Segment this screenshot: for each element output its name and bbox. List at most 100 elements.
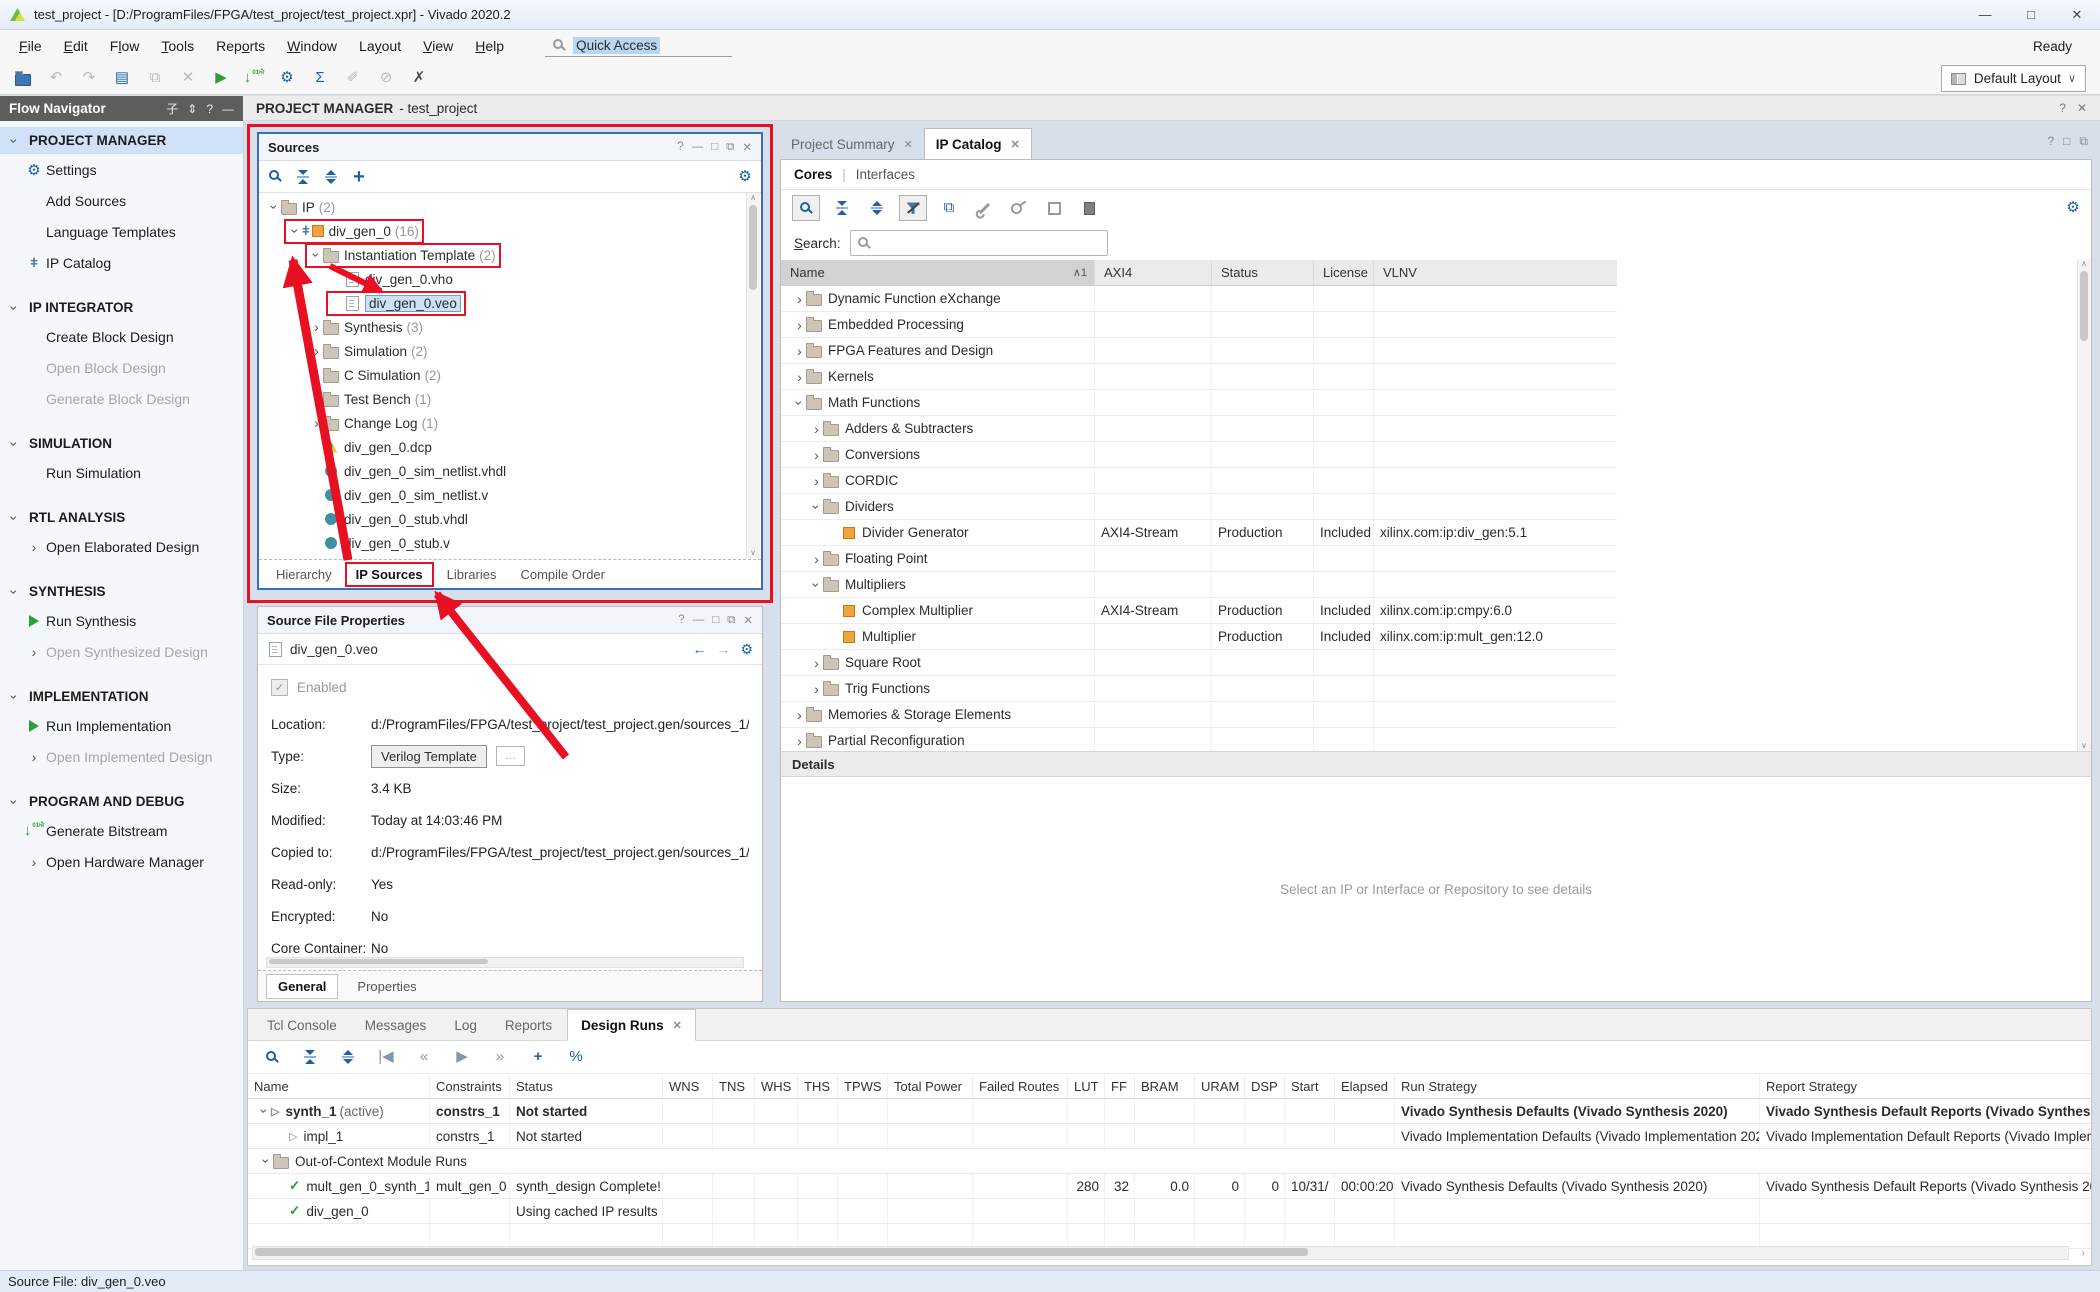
settings-gear-icon[interactable]: ⚙ xyxy=(274,65,300,91)
forward-icon[interactable]: → xyxy=(716,641,730,657)
next-run-icon[interactable]: » xyxy=(487,1044,513,1070)
tab-ip-catalog[interactable]: IP Catalog✕ xyxy=(924,128,1032,159)
layout-selector[interactable]: Default Layout ∨ xyxy=(1941,65,2086,92)
scroll-down-icon[interactable]: ∨ xyxy=(2078,741,2090,751)
source-tree-item-simulation[interactable]: ›Simulation(2) xyxy=(259,339,746,363)
design-runs-h-scrollbar[interactable] xyxy=(252,1246,2069,1260)
help-icon[interactable]: ? xyxy=(206,102,213,116)
expand-all-icon[interactable] xyxy=(323,169,339,185)
runs-column-header-bram[interactable]: BRAM xyxy=(1135,1074,1195,1098)
float-panel-icon[interactable]: ⧉ xyxy=(2079,134,2088,149)
source-tree-item-div-gen-0-stub-vhdl[interactable]: div_gen_0_stub.vhdl xyxy=(259,507,746,531)
maximize-panel-icon[interactable]: □ xyxy=(712,614,719,626)
license-key-icon[interactable] xyxy=(1006,195,1032,221)
group-by-icon[interactable]: ⧉ xyxy=(936,195,962,221)
runs-column-header-run-strategy[interactable]: Run Strategy xyxy=(1395,1074,1760,1098)
ip-catalog-row-dividers[interactable]: ›Dividers xyxy=(781,494,1617,520)
close-tab-icon[interactable]: ✕ xyxy=(1011,138,1020,151)
chevron-right-icon[interactable]: › xyxy=(810,656,823,670)
chevron-right-icon[interactable]: › xyxy=(793,318,806,332)
float-panel-icon[interactable]: ⧉ xyxy=(727,614,735,627)
search-icon[interactable] xyxy=(259,1044,285,1070)
chevron-right-icon[interactable]: › xyxy=(310,344,323,358)
column-header-axi4[interactable]: AXI4 xyxy=(1094,260,1211,285)
mark-icon[interactable]: ⊘ xyxy=(373,65,399,91)
settings-gear-icon[interactable]: ⚙ xyxy=(737,169,753,185)
maximize-button[interactable]: □ xyxy=(2008,0,2054,29)
runs-column-header-tpws[interactable]: TPWS xyxy=(838,1074,888,1098)
runs-column-header-ths[interactable]: THS xyxy=(798,1074,838,1098)
start-run-icon[interactable]: ▶ xyxy=(449,1044,475,1070)
quick-access-search[interactable]: Quick Access xyxy=(545,35,732,57)
chevron-down-icon[interactable]: › xyxy=(8,134,22,147)
ip-view-cores[interactable]: Cores xyxy=(794,167,832,182)
search-icon[interactable] xyxy=(792,195,820,221)
ip-catalog-row-embedded-processing[interactable]: ›Embedded Processing xyxy=(781,312,1617,338)
runs-column-header-start[interactable]: Start xyxy=(1285,1074,1335,1098)
chevron-right-icon[interactable]: › xyxy=(310,392,323,406)
tab-project-summary[interactable]: Project Summary✕ xyxy=(780,130,924,159)
chip-icon[interactable] xyxy=(1041,195,1067,221)
bottom-tab-log[interactable]: Log xyxy=(441,1010,490,1040)
source-tree-item-div-gen-0-stub-v[interactable]: div_gen_0_stub.v xyxy=(259,531,746,555)
column-header-license[interactable]: License xyxy=(1313,260,1373,285)
column-header-status[interactable]: Status xyxy=(1211,260,1313,285)
minimize-panel-icon[interactable]: — xyxy=(693,614,705,626)
sidebar-item-open-synthesized-design[interactable]: ›Open Synthesized Design xyxy=(0,636,243,667)
first-run-icon[interactable]: |◀ xyxy=(373,1044,399,1070)
runs-column-header-constraints[interactable]: Constraints xyxy=(430,1074,510,1098)
bottom-tab-reports[interactable]: Reports xyxy=(492,1010,565,1040)
details-header[interactable]: Details xyxy=(781,751,2091,777)
ip-catalog-row-floating-point[interactable]: ›Floating Point xyxy=(781,546,1617,572)
source-tree-item-test-bench[interactable]: ›Test Bench(1) xyxy=(259,387,746,411)
runs-column-header-dsp[interactable]: DSP xyxy=(1245,1074,1285,1098)
sidebar-item-run-synthesis[interactable]: Run Synthesis xyxy=(0,605,243,636)
menu-view[interactable]: View xyxy=(412,38,464,54)
chevron-down-icon[interactable]: › xyxy=(810,578,824,591)
type-dropdown-button[interactable]: Verilog Template xyxy=(371,745,487,768)
chevron-down-icon[interactable]: › xyxy=(8,511,22,524)
sidebar-section-ip-integrator[interactable]: ›IP INTEGRATOR xyxy=(0,294,243,321)
sources-tab-libraries[interactable]: Libraries xyxy=(438,564,506,585)
ip-catalog-row-fpga-features-and-design[interactable]: ›FPGA Features and Design xyxy=(781,338,1617,364)
sources-tab-hierarchy[interactable]: Hierarchy xyxy=(267,564,341,585)
chevron-right-icon[interactable]: › xyxy=(810,682,823,696)
add-sources-icon[interactable]: + xyxy=(351,169,367,185)
menu-flow[interactable]: Flow xyxy=(99,38,151,54)
float-panel-icon[interactable]: ⧉ xyxy=(726,141,734,154)
chevron-down-icon[interactable]: › xyxy=(268,201,282,214)
expand-icon[interactable]: ⇕ xyxy=(187,102,197,116)
sidebar-item-open-elaborated-design[interactable]: ›Open Elaborated Design xyxy=(0,531,243,562)
runs-column-header-failed-routes[interactable]: Failed Routes xyxy=(973,1074,1068,1098)
chevron-down-icon[interactable]: › xyxy=(8,795,22,808)
chevron-right-icon[interactable]: › xyxy=(28,750,41,764)
copy-icon[interactable]: ⧉ xyxy=(142,65,168,91)
source-tree-item-ip[interactable]: ›IP(2) xyxy=(259,195,746,219)
prev-run-icon[interactable]: « xyxy=(411,1044,437,1070)
column-header-vlnv[interactable]: VLNV xyxy=(1373,260,1617,285)
sidebar-item-run-simulation[interactable]: Run Simulation xyxy=(0,457,243,488)
sidebar-item-generate-bitstream[interactable]: ↓Generate Bitstream xyxy=(0,815,243,846)
ip-catalog-row-square-root[interactable]: ›Square Root xyxy=(781,650,1617,676)
runs-column-header-name[interactable]: Name xyxy=(248,1074,430,1098)
chevron-down-icon[interactable]: › xyxy=(260,1155,274,1168)
source-tree-item-div-gen-0-sim-netlist-v[interactable]: div_gen_0_sim_netlist.v xyxy=(259,483,746,507)
chevron-down-icon[interactable]: › xyxy=(8,437,22,450)
close-workspace-icon[interactable]: ✕ xyxy=(2077,101,2087,115)
chevron-right-icon[interactable]: › xyxy=(793,370,806,384)
reports-icon[interactable]: ▤ xyxy=(109,65,135,91)
properties-tab-properties[interactable]: Properties xyxy=(346,975,427,998)
source-tree-item-div-gen-0[interactable]: ›ǂdiv_gen_0(16) xyxy=(259,219,746,243)
design-run-row-mult-gen-0-synth-1[interactable]: ✓mult_gen_0_synth_1mult_gen_0synth_desig… xyxy=(248,1174,2091,1199)
source-tree-item-synthesis[interactable]: ›Synthesis(3) xyxy=(259,315,746,339)
menu-help[interactable]: Help xyxy=(464,38,515,54)
source-tree-item-change-log[interactable]: ›Change Log(1) xyxy=(259,411,746,435)
chevron-right-icon[interactable]: › xyxy=(810,422,823,436)
chevron-right-icon[interactable]: › xyxy=(793,292,806,306)
settings-gear-icon[interactable]: ⚙ xyxy=(2065,200,2081,216)
properties-h-scrollbar[interactable] xyxy=(266,957,744,968)
bottom-tab-messages[interactable]: Messages xyxy=(352,1010,440,1040)
menu-edit[interactable]: Edit xyxy=(53,38,99,54)
clear-marks-icon[interactable]: ✗ xyxy=(406,65,432,91)
sidebar-section-implementation[interactable]: ›IMPLEMENTATION xyxy=(0,683,243,710)
